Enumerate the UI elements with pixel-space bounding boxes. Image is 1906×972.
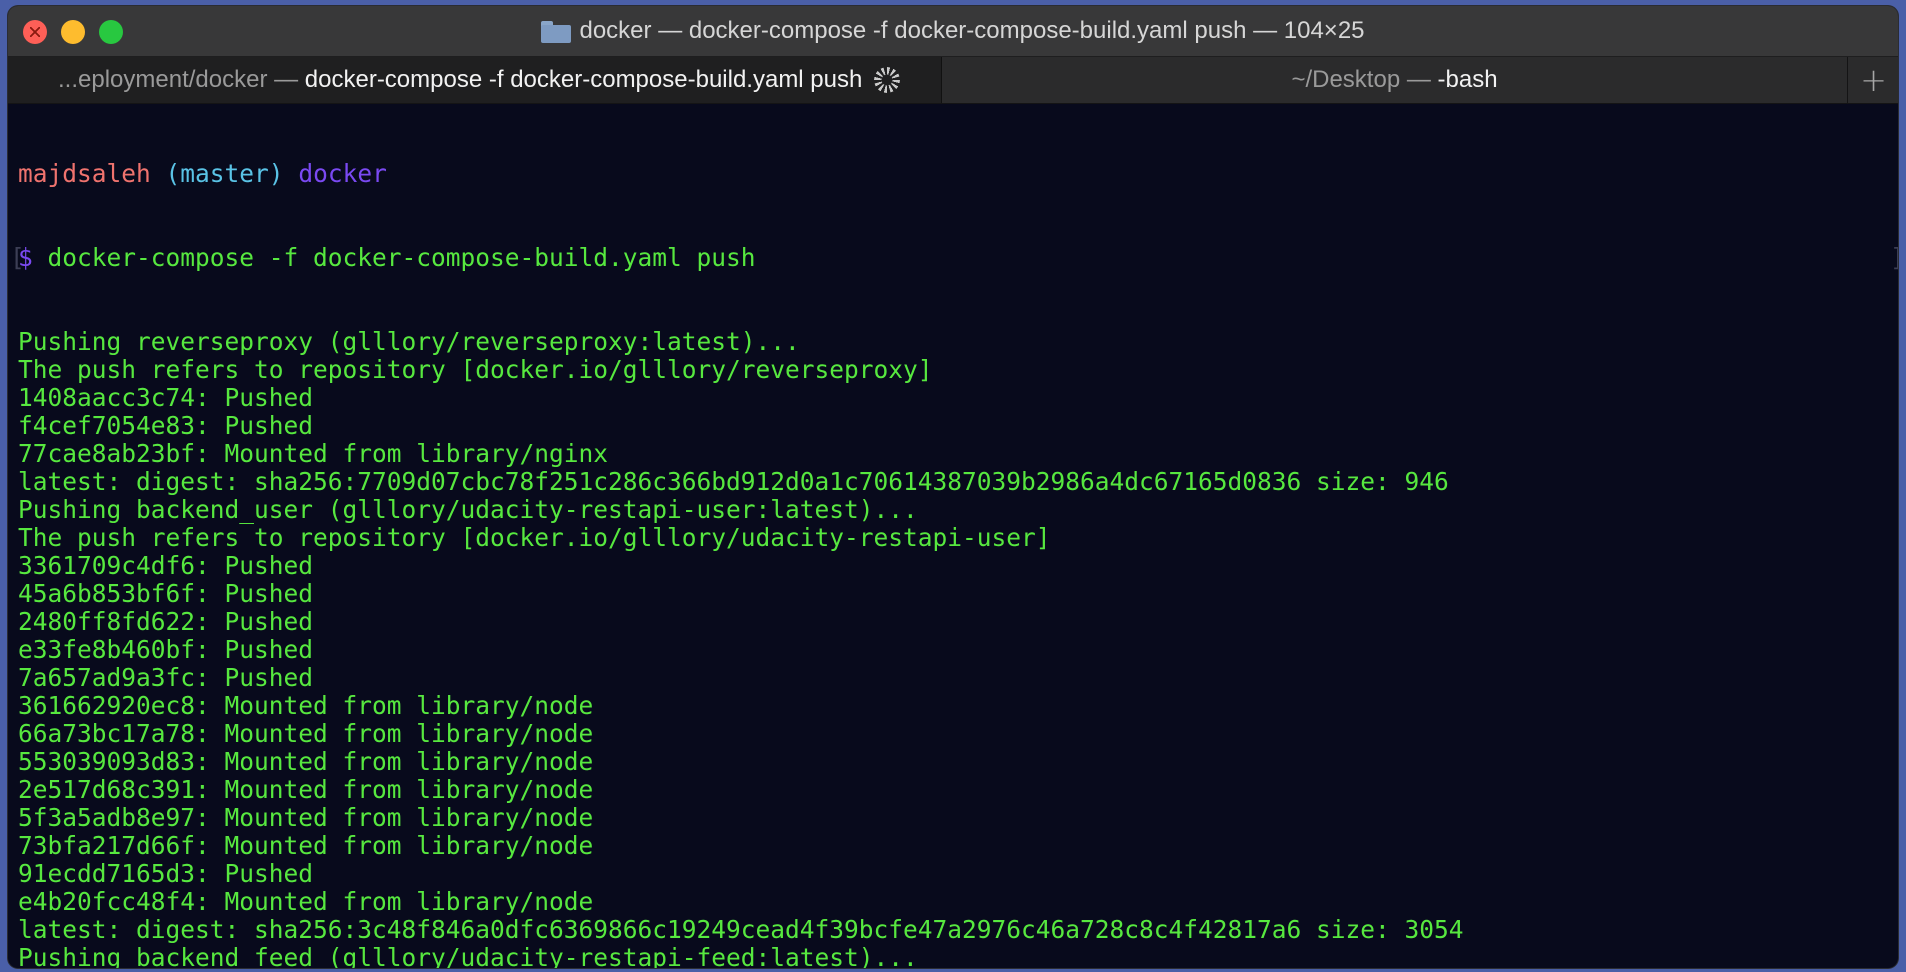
tab-docker-compose[interactable]: ...eployment/docker — docker-compose -f … <box>8 57 942 103</box>
output-line: 45a6b853bf6f: Pushed <box>18 579 314 608</box>
prompt-line: majdsaleh (master) docker <box>18 160 1898 188</box>
tab-path-label: ...eployment/docker — <box>58 66 299 93</box>
output-line: f4cef7054e83: Pushed <box>18 411 314 440</box>
title-bar[interactable]: docker — docker-compose -f docker-compos… <box>8 6 1898 57</box>
output-line: The push refers to repository [docker.io… <box>18 355 933 384</box>
mark-bracket-left: [ <box>10 243 25 272</box>
output-line: 3361709c4df6: Pushed <box>18 551 314 580</box>
output-line: 1408aacc3c74: Pushed <box>18 383 314 412</box>
prompt-branch: (master) <box>165 159 284 188</box>
new-tab-button[interactable]: + <box>1847 57 1898 103</box>
output-line: latest: digest: sha256:3c48f846a0dfc6369… <box>18 915 1464 944</box>
tab-desktop-bash[interactable]: ~/Desktop — -bash <box>943 57 1846 103</box>
output-line: 2e517d68c391: Mounted from library/node <box>18 775 594 804</box>
tab-path-label: ~/Desktop — <box>1291 66 1431 93</box>
tab-bar: ...eployment/docker — docker-compose -f … <box>8 57 1898 104</box>
spinner-icon <box>874 67 901 93</box>
command-line: [$ docker-compose -f docker-compose-buil… <box>10 243 1898 272</box>
output-line: 66a73bc17a78: Mounted from library/node <box>18 719 594 748</box>
terminal-output[interactable]: majdsaleh (master) docker [$ docker-comp… <box>8 104 1898 969</box>
prompt-directory: docker <box>298 159 387 188</box>
output-line: Pushing backend_user (glllory/udacity-re… <box>18 495 918 524</box>
output-line: 5f3a5adb8e97: Mounted from library/node <box>18 803 594 832</box>
plus-icon: + <box>1860 61 1887 99</box>
output-lines: Pushing reverseproxy (glllory/reversepro… <box>18 327 1898 969</box>
output-line: Pushing reverseproxy (glllory/reversepro… <box>18 327 800 356</box>
prompt-user: majdsaleh <box>18 159 151 188</box>
output-line: 7a657ad9a3fc: Pushed <box>18 663 314 692</box>
output-line: 73bfa217d66f: Mounted from library/node <box>18 831 594 860</box>
output-line: Pushing backend_feed (glllory/udacity-re… <box>18 943 918 969</box>
output-line: latest: digest: sha256:7709d07cbc78f251c… <box>18 467 1449 496</box>
window-title-container: docker — docker-compose -f docker-compos… <box>8 6 1898 56</box>
output-line: The push refers to repository [docker.io… <box>18 523 1051 552</box>
output-line: 553039093d83: Mounted from library/node <box>18 747 594 776</box>
command-text: docker-compose -f docker-compose-build.y… <box>32 243 756 272</box>
folder-icon <box>541 21 572 43</box>
tab-command-label: docker-compose -f docker-compose-build.y… <box>304 66 863 93</box>
output-line: 361662920ec8: Mounted from library/node <box>18 691 594 720</box>
window-title: docker — docker-compose -f docker-compos… <box>579 17 1365 44</box>
output-line: 2480ff8fd622: Pushed <box>18 607 314 636</box>
output-line: 91ecdd7165d3: Pushed <box>18 859 314 888</box>
output-line: e4b20fcc48f4: Mounted from library/node <box>18 887 594 916</box>
terminal-window: docker — docker-compose -f docker-compos… <box>8 6 1898 968</box>
output-line: e33fe8b460bf: Pushed <box>18 635 314 664</box>
mark-bracket-right: ] <box>1890 244 1898 272</box>
output-line: 77cae8ab23bf: Mounted from library/nginx <box>18 439 609 468</box>
tab-command-label: -bash <box>1437 66 1498 93</box>
